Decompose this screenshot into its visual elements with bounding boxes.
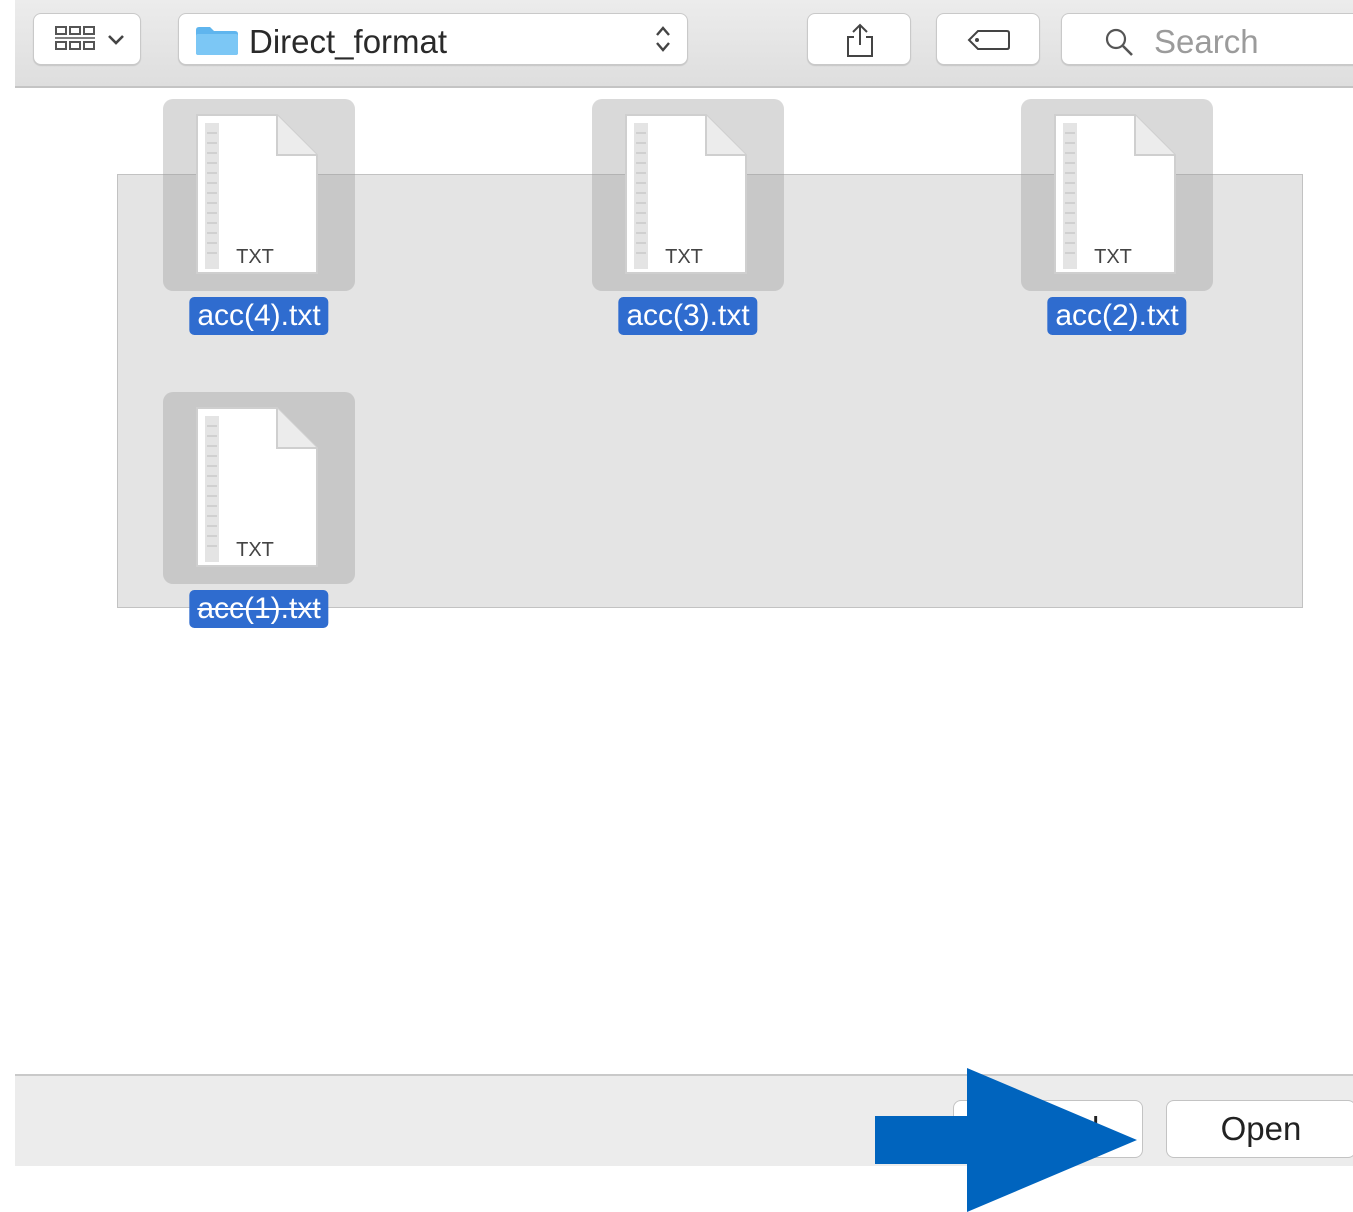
- file-name[interactable]: acc(3).txt: [618, 297, 758, 335]
- share-button[interactable]: [807, 13, 911, 65]
- toolbar: Direct_format Search: [15, 0, 1353, 88]
- file-name[interactable]: acc(4).txt: [189, 297, 329, 335]
- chevron-down-icon: [108, 35, 124, 45]
- file-type-badge: TXT: [236, 246, 274, 268]
- dialog-footer: Cancel Open: [15, 1074, 1353, 1166]
- txt-document-icon: TXT: [1054, 114, 1176, 274]
- folder-name: Direct_format: [249, 23, 448, 60]
- annotation-arrow-icon: [875, 1068, 1137, 1212]
- txt-document-icon: TXT: [196, 114, 318, 274]
- folder-path-popup[interactable]: Direct_format: [178, 13, 688, 65]
- folder-icon: [196, 27, 238, 55]
- tag-icon: [967, 30, 1010, 50]
- file-item-acc-1[interactable]: TXT acc(1).txt: [163, 392, 355, 642]
- file-type-badge: TXT: [665, 246, 703, 268]
- file-type-badge: TXT: [1094, 246, 1132, 268]
- file-name[interactable]: acc(1).txt: [189, 590, 329, 628]
- file-name[interactable]: acc(2).txt: [1047, 297, 1187, 335]
- icon-grid-icon: [55, 26, 95, 50]
- tag-button[interactable]: [936, 13, 1040, 65]
- file-item-acc-2[interactable]: TXT acc(2).txt: [1021, 99, 1213, 349]
- magnifier-icon: [1105, 28, 1133, 56]
- file-type-badge: TXT: [236, 539, 274, 561]
- file-item-acc-4[interactable]: TXT acc(4).txt: [163, 99, 355, 349]
- txt-document-icon: TXT: [625, 114, 747, 274]
- share-icon: [847, 23, 873, 57]
- view-options-button[interactable]: [33, 13, 141, 65]
- updown-chevron-icon: [656, 26, 670, 52]
- file-item-acc-3[interactable]: TXT acc(3).txt: [592, 99, 784, 349]
- txt-document-icon: TXT: [196, 407, 318, 567]
- search-field[interactable]: Search: [1061, 13, 1353, 65]
- open-button[interactable]: Open: [1166, 1100, 1353, 1158]
- search-placeholder: Search: [1154, 23, 1259, 60]
